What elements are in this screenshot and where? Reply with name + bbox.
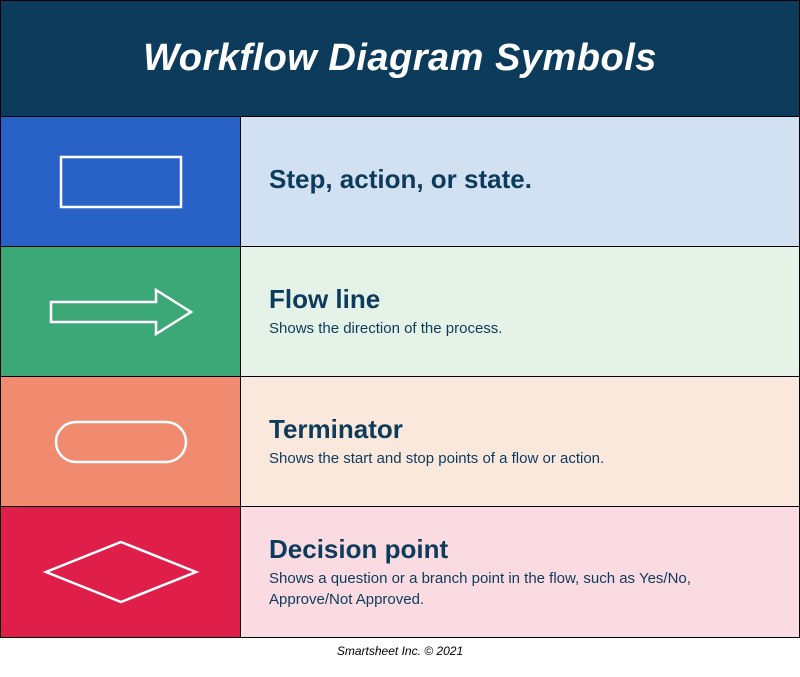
- row-decision: Decision point Shows a question or a bra…: [1, 507, 799, 637]
- diamond-icon: [36, 532, 206, 612]
- desc-cell-flow: Flow line Shows the direction of the pro…: [241, 247, 799, 376]
- rectangle-icon: [51, 147, 191, 217]
- symbol-cell-flow: [1, 247, 241, 376]
- terminator-subtitle: Shows the start and stop points of a flo…: [269, 449, 771, 469]
- flow-title: Flow line: [269, 284, 771, 315]
- symbol-cell-terminator: [1, 377, 241, 506]
- diagram-container: Workflow Diagram Symbols Step, action, o…: [0, 0, 800, 638]
- row-step: Step, action, or state.: [1, 117, 799, 247]
- step-title: Step, action, or state.: [269, 164, 771, 195]
- footer-credit: Smartsheet Inc. © 2021: [0, 638, 800, 664]
- desc-cell-terminator: Terminator Shows the start and stop poin…: [241, 377, 799, 506]
- decision-title: Decision point: [269, 534, 771, 565]
- row-term: Terminator Shows the start and stop poin…: [1, 377, 799, 507]
- header: Workflow Diagram Symbols: [1, 1, 799, 117]
- desc-cell-decision: Decision point Shows a question or a bra…: [241, 507, 799, 637]
- arrow-icon: [36, 282, 206, 342]
- symbol-cell-decision: [1, 507, 241, 637]
- terminator-title: Terminator: [269, 414, 771, 445]
- desc-cell-step: Step, action, or state.: [241, 117, 799, 246]
- terminator-icon: [46, 412, 196, 472]
- page-title: Workflow Diagram Symbols: [21, 37, 779, 80]
- row-flow: Flow line Shows the direction of the pro…: [1, 247, 799, 377]
- flow-subtitle: Shows the direction of the process.: [269, 319, 771, 339]
- decision-subtitle: Shows a question or a branch point in th…: [269, 569, 771, 610]
- symbol-cell-step: [1, 117, 241, 246]
